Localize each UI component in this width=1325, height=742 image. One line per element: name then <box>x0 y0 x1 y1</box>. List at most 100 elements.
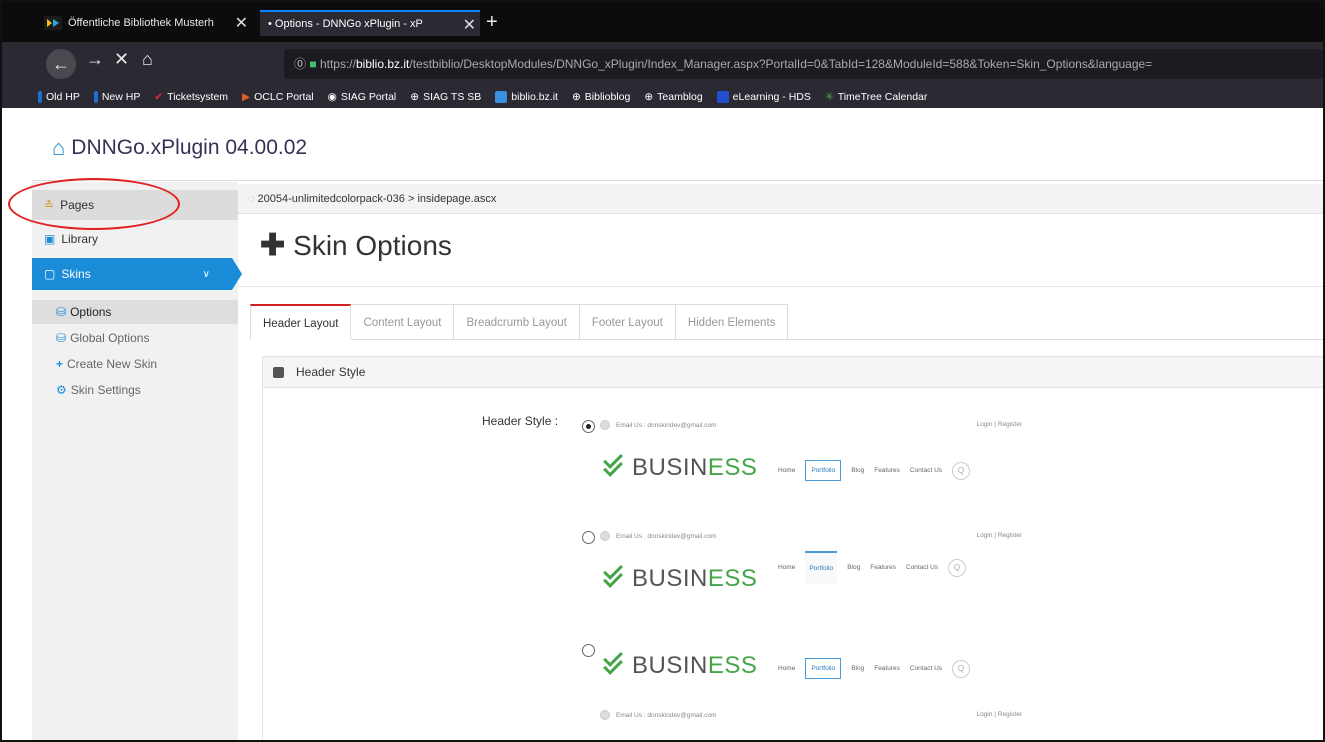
bookmark-icon <box>38 91 42 103</box>
bookmark-biblioblog[interactable]: ⊕ Biblioblog <box>572 91 630 103</box>
plus-icon: ✚ <box>260 229 286 262</box>
bookmark-oclc[interactable]: ▶ OCLC Portal <box>242 91 314 103</box>
home-icon[interactable]: ⌂ <box>142 49 153 70</box>
mail-icon <box>600 531 610 541</box>
preview-nav: BUSINESS Home Portfolio Blog Features Co… <box>600 647 1030 688</box>
app-title[interactable]: ⌂ DNNGo.xPlugin 04.00.02 <box>52 135 307 161</box>
url-path: /testbiblio/DesktopModules/DNNGo_xPlugin… <box>409 57 1153 71</box>
bookmark-old-hp[interactable]: Old HP <box>38 91 80 103</box>
search-icon: Q <box>952 659 971 678</box>
bookmark-icon <box>93 91 98 103</box>
globe-icon: ⊕ <box>644 91 654 103</box>
header-style-radio-3[interactable] <box>582 644 595 657</box>
panel-header[interactable]: Header Style <box>262 356 1323 388</box>
bookmark-new-hp[interactable]: New HP <box>93 91 140 103</box>
bookmark-elearning[interactable]: eLearning - HDS <box>716 91 811 103</box>
circle-icon: ◉ <box>327 91 337 103</box>
sidebar: ≛ Pages ▣ Library ▢ Skins ∨ ⛁ Options ⛁ … <box>32 182 242 740</box>
preview-topbar: Email Us : dnnskindev@gmail.com Login | … <box>600 531 1030 545</box>
divider <box>238 286 1323 287</box>
sidebar-subitem-options[interactable]: ⛁ Options <box>32 300 238 324</box>
tab-label: • Options - DNNGo xPlugin - xP <box>268 18 423 30</box>
bookmarks-bar: Old HP New HP ✔ Ticketsystem ▶ OCLC Portal… <box>2 86 1323 108</box>
divider <box>32 180 1323 181</box>
image-icon <box>273 366 284 378</box>
options-tabs: Header Layout Content Layout Breadcrumb … <box>250 304 789 340</box>
highlight-circle <box>8 178 180 230</box>
business-logo: BUSINESS <box>600 560 757 593</box>
breadcrumb: ◌ 20054-unlimitedcolorpack-036 > insidepa… <box>238 184 1323 214</box>
preview-nav: BUSINESS Home Portfolio Blog Features Co… <box>600 551 1030 601</box>
logo-chevron-icon <box>600 560 628 593</box>
tab-breadcrumb-layout[interactable]: Breadcrumb Layout <box>454 304 580 340</box>
shield-icon: ⓪ <box>294 57 307 71</box>
url-domain: biblio.bz.it <box>355 57 410 71</box>
tab-label: Öffentliche Bibliothek Musterh <box>68 17 214 29</box>
library-favicon-icon <box>44 16 62 30</box>
preview-menu: Home Portfolio Blog Features Contact Us … <box>778 658 971 679</box>
tab-hidden-elements[interactable]: Hidden Elements <box>675 304 789 340</box>
url-prefix: https:// <box>319 57 356 71</box>
preview-topbar: Email Us : dnnskindev@gmail.com Login | … <box>600 710 1030 724</box>
search-icon: Q <box>952 461 971 480</box>
preview-topbar: Email Us : dnnskindev@gmail.com Login | … <box>600 420 1030 434</box>
tab-content-layout[interactable]: Content Layout <box>351 304 455 340</box>
back-arrow-icon[interactable]: ← <box>46 49 76 79</box>
app-title-text: DNNGo.xPlugin 04.00.02 <box>71 136 308 159</box>
business-logo: BUSINESS <box>600 449 757 482</box>
image-icon: ▣ <box>44 232 56 246</box>
lock-icon: ■ <box>309 57 317 71</box>
tab-footer-layout[interactable]: Footer Layout <box>579 304 676 340</box>
new-tab-icon[interactable]: + <box>486 12 498 32</box>
preview-menu: Home Portfolio Blog Features Contact Us … <box>778 460 971 481</box>
sidebar-subitem-skin-settings[interactable]: ⚙ Skin Settings <box>32 378 238 402</box>
close-icon[interactable]: ✕ <box>463 15 476 35</box>
page-title: ✚ Skin Options <box>260 229 452 262</box>
bookmark-siag-ts[interactable]: ⊕ SIAG TS SB <box>410 91 481 103</box>
tab-header-layout[interactable]: Header Layout <box>250 304 352 340</box>
sidebar-item-skins[interactable]: ▢ Skins ∨ <box>32 258 242 290</box>
preview-nav: BUSINESS Home Portfolio Blog Features Co… <box>600 449 1030 490</box>
close-icon[interactable]: ✕ <box>235 13 248 33</box>
url-bar[interactable]: ⓪ ■ https://biblio.bz.it/testbiblio/Desk… <box>284 49 1323 79</box>
browser-tabbar: Öffentliche Bibliothek Musterh ✕ • Optio… <box>2 2 1323 42</box>
checkmark-icon: ✔ <box>154 91 164 103</box>
chevron-down-icon: ∨ <box>202 268 210 280</box>
sidebar-subitem-global-options[interactable]: ⛁ Global Options <box>32 326 238 350</box>
search-icon: Q <box>948 558 967 577</box>
field-label: Header Style : <box>482 414 559 428</box>
logo-chevron-icon <box>600 647 628 680</box>
home-icon: ⌂ <box>52 135 66 160</box>
database-icon: ⛁ <box>56 305 67 319</box>
bookmark-timetree[interactable]: ✳ TimeTree Calendar <box>825 91 927 103</box>
browser-window: Öffentliche Bibliothek Musterh ✕ • Optio… <box>0 0 1325 742</box>
globe-icon: ⊕ <box>571 91 581 103</box>
skins-icon: ▢ <box>44 267 56 281</box>
business-logo: BUSINESS <box>600 647 757 680</box>
header-style-radio-2[interactable] <box>582 531 595 544</box>
bookmark-teamblog[interactable]: ⊕ Teamblog <box>644 91 702 103</box>
bookmark-biblio[interactable]: biblio.bz.it <box>495 91 558 103</box>
logo-chevron-icon <box>600 449 628 482</box>
timetree-icon: ✳ <box>824 91 834 103</box>
bookmark-siag-portal[interactable]: ◉ SIAG Portal <box>328 91 397 103</box>
plus-icon: + <box>56 357 64 371</box>
stop-icon[interactable]: ✕ <box>114 49 129 70</box>
database-icon: ⛁ <box>56 331 67 345</box>
oclc-icon: ▶ <box>242 91 251 103</box>
globe-icon: ⊕ <box>410 91 420 103</box>
header-style-radio-1[interactable] <box>582 420 595 433</box>
browser-navbar: ← → ✕ ⌂ ⓪ ■ https://biblio.bz.it/testbib… <box>2 42 1323 86</box>
bookmark-icon <box>495 91 508 103</box>
bookmark-icon <box>716 91 729 103</box>
forward-arrow-icon[interactable]: → <box>86 49 104 70</box>
browser-tab-2[interactable]: • Options - DNNGo xPlugin - xP ✕ <box>260 10 480 36</box>
sidebar-subitem-create-new-skin[interactable]: + Create New Skin <box>32 352 238 376</box>
skin-icon: ◌ <box>248 193 255 205</box>
browser-tab-1[interactable]: Öffentliche Bibliothek Musterh ✕ <box>36 10 252 36</box>
mail-icon <box>600 710 610 720</box>
preview-menu: Home Portfolio Blog Features Contact Us … <box>778 551 967 584</box>
gear-icon: ⚙ <box>56 383 67 397</box>
sidebar-item-library[interactable]: ▣ Library <box>32 224 238 254</box>
bookmark-ticketsystem[interactable]: ✔ Ticketsystem <box>154 91 228 103</box>
